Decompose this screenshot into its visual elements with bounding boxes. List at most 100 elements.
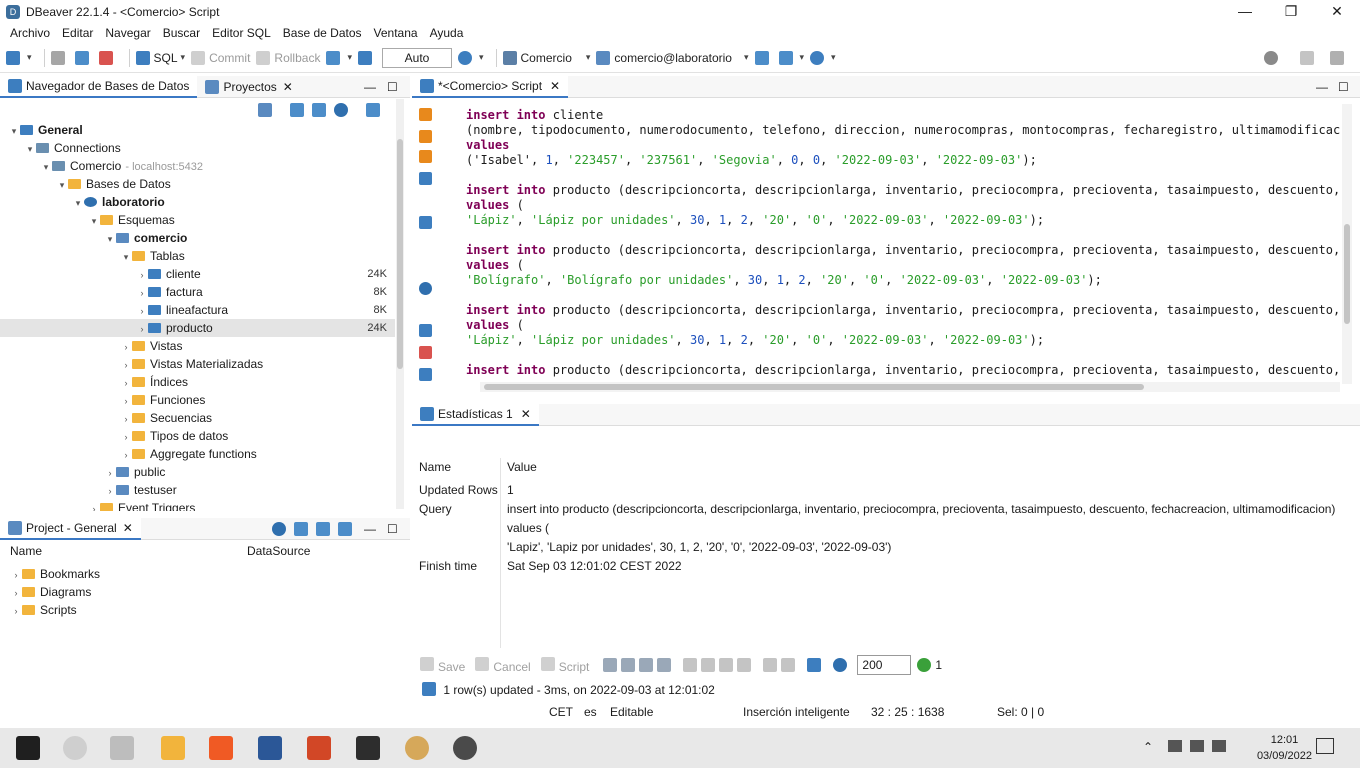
disconnect-button[interactable] (98, 47, 117, 69)
sql-code-editor[interactable]: insert into cliente (nombre, tipodocument… (466, 108, 1341, 382)
expand-toggle-icon[interactable]: ▾ (72, 194, 84, 212)
expand-toggle-icon[interactable]: › (104, 464, 116, 482)
navigator-filter-button[interactable] (50, 47, 69, 69)
menu-ayuda[interactable]: Ayuda (430, 26, 464, 40)
editor-horizontal-scrollbar-thumb[interactable] (484, 384, 1144, 390)
expand-toggle-icon[interactable]: › (120, 374, 132, 392)
active-datasource-selector[interactable]: Comercio ▾ (502, 47, 590, 69)
menu-base-de-datos[interactable]: Base de Datos (283, 26, 362, 40)
settings-icon[interactable] (334, 103, 348, 117)
commit-mode-field[interactable]: Auto (381, 47, 452, 68)
gear-icon[interactable] (833, 658, 848, 672)
expand-toggle-icon[interactable]: › (104, 482, 116, 500)
tree-node[interactable]: › Vistas Materializadas (0, 355, 395, 373)
project-item-bookmarks[interactable]: › Bookmarks (10, 565, 390, 583)
clock[interactable]: 12:01 03/09/2022 (1257, 732, 1312, 764)
brave-browser-icon[interactable] (209, 736, 233, 760)
navigator-scrollbar-thumb[interactable] (397, 139, 403, 369)
file-explorer-icon[interactable] (161, 736, 185, 760)
expand-toggle-icon[interactable]: › (88, 500, 100, 511)
refresh-icon[interactable] (366, 103, 380, 117)
expand-toggle-icon[interactable]: ▾ (56, 176, 68, 194)
sql-editor-button[interactable]: SQL ▾ (135, 47, 185, 69)
tree-node[interactable]: ▾ laboratorio (0, 193, 395, 211)
tree-node[interactable]: ▾ Tablas (0, 247, 395, 265)
connect-button[interactable] (74, 47, 93, 69)
tree-node[interactable]: › Aggregate functions (0, 445, 395, 463)
task-view-icon[interactable] (110, 736, 134, 760)
execute-script-icon[interactable] (419, 130, 432, 143)
expand-toggle-icon[interactable]: ▾ (88, 212, 100, 230)
maximize-panel-button[interactable]: ☐ (387, 522, 398, 536)
previous-page-icon[interactable] (701, 658, 716, 672)
new-connection-button[interactable]: ▾ (6, 47, 32, 69)
close-icon[interactable]: ✕ (283, 80, 293, 94)
expand-toggle-icon[interactable]: ▾ (8, 122, 20, 140)
expand-toggle-icon[interactable]: ▾ (24, 140, 36, 158)
expand-toggle-icon[interactable]: › (136, 302, 148, 320)
tray-chevron-icon[interactable]: ⌃ (1143, 740, 1153, 754)
tab-projects[interactable]: Proyectos ✕ (197, 76, 300, 98)
expand-toggle-icon[interactable]: › (120, 410, 132, 428)
project-item-scripts[interactable]: › Scripts (10, 601, 390, 619)
editor-horizontal-scrollbar[interactable] (480, 382, 1340, 392)
tree-node[interactable]: › Secuencias (0, 409, 395, 427)
history-button[interactable]: ▾ (457, 47, 484, 69)
edit-row-icon[interactable] (603, 658, 618, 672)
status-insert-mode[interactable]: Inserción inteligente (743, 705, 850, 719)
copy-row-icon[interactable] (639, 658, 654, 672)
link-icon[interactable] (338, 522, 352, 536)
project-item-diagrams[interactable]: › Diagrams (10, 583, 390, 601)
tree-node[interactable]: ▾ Esquemas (0, 211, 395, 229)
expand-toggle-icon[interactable]: › (120, 446, 132, 464)
fetch-next-icon[interactable] (763, 658, 778, 672)
refresh-icon[interactable] (917, 658, 932, 672)
tree-node[interactable]: › factura 8K (0, 283, 395, 301)
network-icon[interactable] (1168, 740, 1182, 752)
lock-button[interactable] (357, 47, 376, 69)
maximize-panel-button[interactable]: ☐ (387, 80, 398, 94)
expand-toggle-icon[interactable]: › (136, 320, 148, 338)
column-name[interactable]: Name (10, 544, 42, 558)
next-page-icon[interactable] (719, 658, 734, 672)
menu-editor-sql[interactable]: Editor SQL (212, 26, 271, 40)
maximize-button[interactable]: ❐ (1268, 0, 1314, 23)
dashboard-button[interactable] (754, 47, 773, 69)
tab-estadisticas[interactable]: Estadísticas 1 ✕ (412, 403, 539, 426)
expand-toggle-icon[interactable]: › (120, 356, 132, 374)
tree-node[interactable]: › lineafactura 8K (0, 301, 395, 319)
expand-toggle-icon[interactable]: › (136, 284, 148, 302)
menu-navegar[interactable]: Navegar (105, 26, 150, 40)
expand-toggle-icon[interactable]: › (120, 428, 132, 446)
cancel-button[interactable]: Cancel (475, 656, 531, 674)
tree-node[interactable]: ▾ Connections (0, 139, 395, 157)
rollback-button[interactable]: Rollback (256, 47, 320, 69)
active-schema-selector[interactable]: comercio@laboratorio ▾ (596, 47, 749, 69)
expand-toggle-icon[interactable]: › (120, 392, 132, 410)
script-button[interactable]: Script (540, 656, 589, 674)
close-icon[interactable]: ✕ (123, 521, 133, 535)
table-row[interactable]: Query insert into producto (descripcionc… (412, 500, 1360, 519)
fetch-size-input[interactable]: 200 (857, 655, 912, 675)
expand-toggle-icon[interactable]: › (136, 266, 148, 284)
tab-project-general[interactable]: Project - General ✕ (0, 517, 141, 540)
execute-new-tab-icon[interactable] (419, 150, 432, 163)
tab-database-navigator[interactable]: Navegador de Bases de Datos (0, 75, 198, 98)
first-page-icon[interactable] (683, 658, 698, 672)
power-icon[interactable] (1190, 740, 1204, 752)
fetch-all-icon[interactable] (781, 658, 796, 672)
commit-button[interactable]: Commit (191, 47, 250, 69)
column-name[interactable]: Name (419, 458, 451, 477)
table-row[interactable]: Finish time Sat Sep 03 12:01:02 CEST 202… (412, 557, 1360, 576)
tree-node[interactable]: › Event Triggers (0, 499, 395, 511)
column-value[interactable]: Value (507, 458, 537, 477)
menu-archivo[interactable]: Archivo (10, 26, 50, 40)
notifications-icon[interactable] (1316, 738, 1334, 754)
tree-node[interactable]: ▾ comercio (0, 229, 395, 247)
windows-start-icon[interactable] (16, 736, 40, 760)
delete-row-icon[interactable] (657, 658, 672, 672)
maximize-editor-button[interactable]: ☐ (1338, 80, 1349, 94)
last-page-icon[interactable] (737, 658, 752, 672)
collapse-all-icon[interactable] (290, 103, 304, 117)
expand-toggle-icon[interactable]: ▾ (40, 158, 52, 176)
